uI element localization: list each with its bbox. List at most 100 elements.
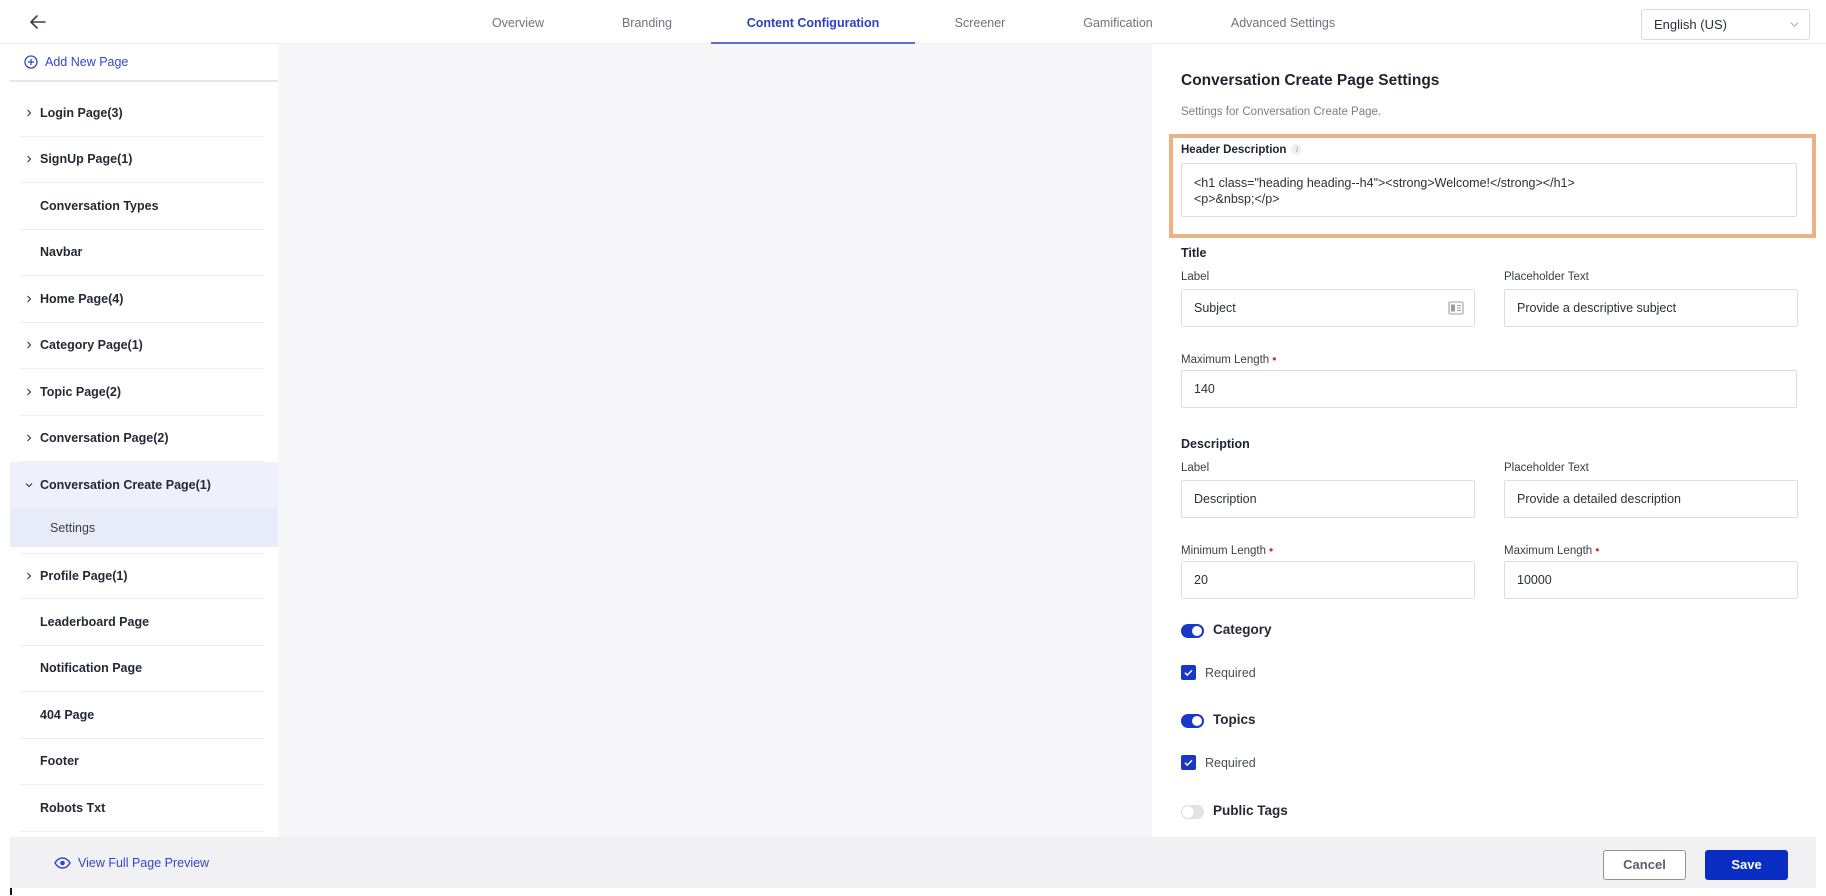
checkmark-icon	[1184, 759, 1193, 767]
description-placeholder-input[interactable]: Provide a detailed description	[1504, 480, 1798, 518]
sidebar-item-label: Conversation Types	[40, 198, 159, 213]
description-min-length-input[interactable]: 20	[1181, 561, 1475, 599]
sidebar-item-404-page[interactable]: 404 Page	[20, 692, 264, 739]
title-placeholder-field-label: Placeholder Text	[1504, 271, 1589, 283]
sidebar-item-conversation-create-page[interactable]: Conversation Create Page(1)	[20, 462, 264, 509]
topics-toggle[interactable]	[1181, 714, 1204, 728]
page-sidebar: Add New Page Login Page(3) SignUp Page(1…	[10, 44, 278, 837]
checkmark-icon	[1184, 669, 1193, 677]
category-required-label: Required	[1205, 666, 1256, 680]
required-marker: •	[1272, 352, 1277, 366]
toggle-knob	[1192, 626, 1202, 636]
description-label-input[interactable]: Description	[1181, 480, 1475, 518]
topics-required-label: Required	[1205, 756, 1256, 770]
required-marker: •	[1269, 543, 1274, 557]
tab-bar: Overview Branding Content Configuration …	[0, 0, 1826, 44]
tab-overview[interactable]: Overview	[490, 0, 546, 44]
sidebar-item-label: Home Page(4)	[40, 291, 124, 306]
header-description-input[interactable]: <h1 class="heading heading--h4"><strong>…	[1181, 163, 1797, 217]
cancel-button[interactable]: Cancel	[1603, 850, 1686, 880]
sidebar-subitem-settings[interactable]: Settings	[10, 508, 278, 547]
tab-content-configuration[interactable]: Content Configuration	[711, 0, 915, 44]
plus-circle-icon	[24, 55, 38, 69]
chevron-down-icon	[25, 483, 33, 488]
sidebar-item-label: Notification Page	[40, 661, 143, 676]
sidebar-item-robots-txt[interactable]: Robots Txt	[20, 785, 264, 832]
title-max-length-input[interactable]: 140	[1181, 370, 1797, 408]
toggle-knob	[1192, 716, 1202, 726]
view-full-page-preview-link[interactable]: View Full Page Preview	[54, 837, 209, 888]
view-full-page-preview-label: View Full Page Preview	[78, 855, 210, 870]
top-navigation: Overview Branding Content Configuration …	[0, 0, 1826, 44]
title-placeholder-input[interactable]: Provide a descriptive subject	[1504, 289, 1798, 327]
panel-title: Conversation Create Page Settings	[1181, 72, 1440, 89]
save-button[interactable]: Save	[1705, 850, 1788, 880]
language-select[interactable]: English (US)	[1641, 9, 1810, 40]
chevron-right-icon	[27, 572, 32, 580]
title-section-heading: Title	[1181, 246, 1207, 260]
chevron-right-icon	[27, 434, 32, 442]
eye-icon	[54, 856, 71, 869]
public-tags-toggle-label: Public Tags	[1213, 803, 1288, 818]
sidebar-item-footer[interactable]: Footer	[20, 739, 264, 785]
sidebar-item-topic-page[interactable]: Topic Page(2)	[20, 369, 264, 416]
tab-gamification[interactable]: Gamification	[1078, 0, 1158, 44]
tab-screener[interactable]: Screener	[950, 0, 1010, 44]
topics-required-checkbox[interactable]	[1181, 755, 1196, 770]
footer-bar: View Full Page Preview Cancel Save	[10, 837, 1816, 888]
settings-panel: Conversation Create Page Settings Settin…	[1152, 44, 1816, 837]
header-description-label-text: Header Description	[1181, 144, 1287, 156]
sidebar-item-category-page[interactable]: Category Page(1)	[20, 323, 264, 369]
text-cursor	[10, 888, 12, 895]
sidebar-item-label: Robots Txt	[40, 800, 106, 815]
sidebar-item-navbar[interactable]: Navbar	[20, 230, 264, 276]
header-description-label: Header Description i	[1181, 144, 1303, 156]
chevron-right-icon	[27, 388, 32, 396]
title-label-field-label: Label	[1181, 271, 1210, 283]
sidebar-item-conversation-types[interactable]: Conversation Types	[20, 183, 264, 230]
sidebar-item-signup-page[interactable]: SignUp Page(1)	[20, 137, 264, 183]
category-required-checkbox[interactable]	[1181, 665, 1196, 680]
contact-card-icon[interactable]	[1448, 301, 1464, 315]
title-label-input-value: Subject	[1194, 301, 1236, 315]
info-icon[interactable]: i	[1291, 144, 1303, 156]
public-tags-toggle[interactable]	[1181, 805, 1204, 819]
title-max-length-label: Maximum Length •	[1181, 352, 1276, 366]
tab-advanced-settings[interactable]: Advanced Settings	[1228, 0, 1338, 44]
chevron-down-icon	[1790, 22, 1799, 28]
sidebar-item-label: Category Page(1)	[40, 338, 143, 353]
category-toggle[interactable]	[1181, 624, 1204, 638]
description-min-length-label: Minimum Length •	[1181, 543, 1273, 557]
page-preview-area	[278, 44, 1152, 837]
sidebar-item-label: 404 Page	[40, 707, 95, 722]
chevron-right-icon	[27, 341, 32, 349]
chevron-right-icon	[27, 295, 32, 303]
description-max-length-input[interactable]: 10000	[1504, 561, 1798, 599]
description-max-length-label-text: Maximum Length	[1504, 545, 1593, 557]
chevron-right-icon	[27, 155, 32, 163]
sidebar-item-label: SignUp Page(1)	[40, 152, 133, 167]
description-max-length-label: Maximum Length •	[1504, 543, 1599, 557]
sidebar-item-label: Conversation Page(2)	[40, 431, 169, 446]
language-select-value: English (US)	[1654, 17, 1727, 32]
panel-subtitle: Settings for Conversation Create Page.	[1181, 106, 1382, 118]
title-label-input[interactable]: Subject	[1181, 289, 1475, 327]
sidebar-item-login-page[interactable]: Login Page(3)	[20, 90, 264, 137]
sidebar-item-label: Login Page(3)	[40, 105, 123, 120]
description-label-field-label: Label	[1181, 462, 1210, 474]
sidebar-item-profile-page[interactable]: Profile Page(1)	[20, 552, 264, 599]
add-new-page-button[interactable]: Add New Page	[10, 44, 278, 82]
sidebar-item-label: Conversation Create Page(1)	[40, 478, 211, 493]
topics-toggle-label: Topics	[1213, 712, 1256, 727]
sidebar-item-notification-page[interactable]: Notification Page	[20, 646, 264, 692]
toggle-knob	[1182, 806, 1194, 818]
required-marker: •	[1595, 543, 1600, 557]
chevron-right-icon	[27, 109, 32, 117]
add-new-page-label: Add New Page	[45, 55, 129, 69]
tab-branding[interactable]: Branding	[619, 0, 675, 44]
sidebar-item-leaderboard-page[interactable]: Leaderboard Page	[20, 599, 264, 646]
category-toggle-label: Category	[1213, 622, 1272, 637]
sidebar-item-conversation-page[interactable]: Conversation Page(2)	[20, 416, 264, 462]
sidebar-item-home-page[interactable]: Home Page(4)	[20, 276, 264, 323]
page-list: Login Page(3) SignUp Page(1) Conversatio…	[10, 90, 278, 832]
